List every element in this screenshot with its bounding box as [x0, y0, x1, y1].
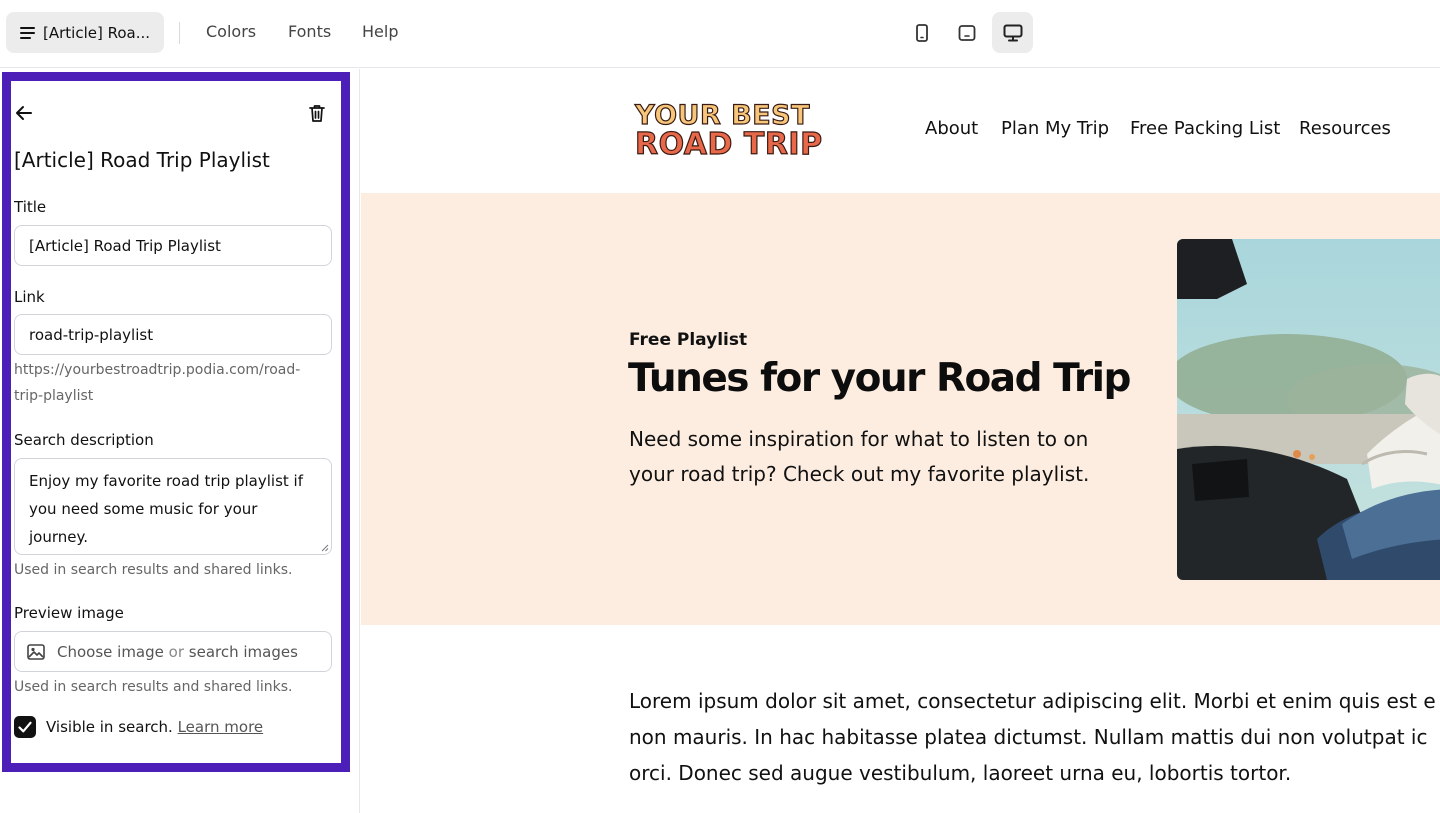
nav-about[interactable]: About — [925, 118, 978, 139]
tablet-view-button[interactable] — [946, 12, 987, 53]
preview-image-label: Preview image — [14, 604, 124, 622]
hero-eyebrow: Free Playlist — [629, 330, 748, 350]
nav-resources[interactable]: Resources — [1299, 118, 1391, 139]
fonts-menu[interactable]: Fonts — [288, 22, 331, 41]
visible-in-search-checkbox[interactable] — [14, 716, 36, 738]
article-body-line: Lorem ipsum dolor sit amet, consectetur … — [629, 689, 1436, 713]
back-button[interactable] — [15, 105, 33, 125]
preview-image-hint: Used in search results and shared links. — [14, 679, 293, 695]
resize-handle-icon[interactable] — [319, 542, 329, 552]
title-label: Title — [14, 198, 47, 216]
check-icon — [18, 721, 32, 733]
toolbar-divider — [179, 22, 180, 44]
image-icon — [27, 643, 45, 660]
link-url-preview: https://yourbestroadtrip.podia.com/road-… — [14, 357, 300, 409]
site-logo[interactable]: YOUR BEST ROAD TRIP — [634, 100, 823, 162]
logo-line-2: ROAD TRIP — [634, 127, 823, 162]
or-text: or — [168, 642, 185, 661]
search-images-link[interactable]: search images — [189, 643, 298, 661]
nav-plan-my-trip[interactable]: Plan My Trip — [1001, 118, 1109, 139]
help-menu[interactable]: Help — [362, 22, 398, 41]
article-body-line: non mauris. In hac habitasse platea dict… — [629, 725, 1428, 749]
title-input-value: [Article] Road Trip Playlist — [29, 236, 221, 255]
trash-icon — [309, 105, 325, 122]
search-description-textarea[interactable]: Enjoy my favorite road trip playlist if … — [14, 458, 332, 555]
editor-toolbar: [Article] Roa... Colors Fonts Help — [0, 0, 1440, 68]
site-preview: YOUR BEST ROAD TRIP About Plan My Trip F… — [361, 69, 1440, 813]
page-selector-label: [Article] Roa... — [43, 23, 151, 42]
article-body: Lorem ipsum dolor sit amet, consectetur … — [629, 683, 1440, 791]
hero-subtitle: Need some inspiration for what to listen… — [629, 427, 1090, 486]
search-description-label: Search description — [14, 431, 154, 449]
logo-line-1: YOUR BEST — [634, 100, 811, 131]
page-settings-sidebar: [Article] Road Trip Playlist Title [Arti… — [0, 69, 360, 813]
arrow-left-icon — [16, 106, 32, 120]
page-selector-button[interactable]: [Article] Roa... — [6, 12, 164, 53]
menu-icon — [20, 26, 35, 39]
desktop-view-button[interactable] — [992, 12, 1033, 53]
link-input[interactable]: road-trip-playlist — [14, 314, 332, 355]
link-input-value: road-trip-playlist — [29, 325, 154, 344]
delete-page-button[interactable] — [309, 104, 325, 126]
hero-title: Tunes for your Road Trip — [628, 356, 1131, 401]
colors-menu[interactable]: Colors — [206, 22, 256, 41]
road-trip-photo — [1177, 239, 1440, 580]
title-input[interactable]: [Article] Road Trip Playlist — [14, 225, 332, 266]
learn-more-link[interactable]: Learn more — [178, 718, 264, 736]
mobile-icon — [915, 23, 928, 42]
hero-section[interactable]: Free Playlist Tunes for your Road Trip N… — [361, 193, 1440, 625]
visible-in-search-text: Visible in search. — [46, 718, 173, 736]
desktop-icon — [1003, 24, 1022, 41]
article-body-line: orci. Donec sed augue vestibulum, laoree… — [629, 761, 1292, 785]
tablet-icon — [958, 24, 975, 41]
link-label: Link — [14, 288, 45, 306]
link-url-line-2: trip-playlist — [14, 388, 94, 404]
page-settings-panel: [Article] Road Trip Playlist Title [Arti… — [2, 72, 350, 772]
hero-image — [1177, 239, 1440, 580]
search-description-hint: Used in search results and shared links. — [14, 562, 293, 578]
choose-image-link[interactable]: Choose image — [57, 643, 164, 661]
link-url-line-1: https://yourbestroadtrip.podia.com/road- — [14, 362, 301, 378]
preview-image-picker[interactable]: Choose image or search images — [14, 631, 332, 672]
panel-title: [Article] Road Trip Playlist — [14, 148, 270, 172]
visible-in-search-label: Visible in search. Learn more — [46, 718, 263, 736]
mobile-view-button[interactable] — [901, 12, 942, 53]
search-description-value: Enjoy my favorite road trip playlist if … — [29, 472, 303, 546]
nav-free-packing-list[interactable]: Free Packing List — [1130, 118, 1280, 139]
site-header: YOUR BEST ROAD TRIP About Plan My Trip F… — [361, 69, 1440, 193]
